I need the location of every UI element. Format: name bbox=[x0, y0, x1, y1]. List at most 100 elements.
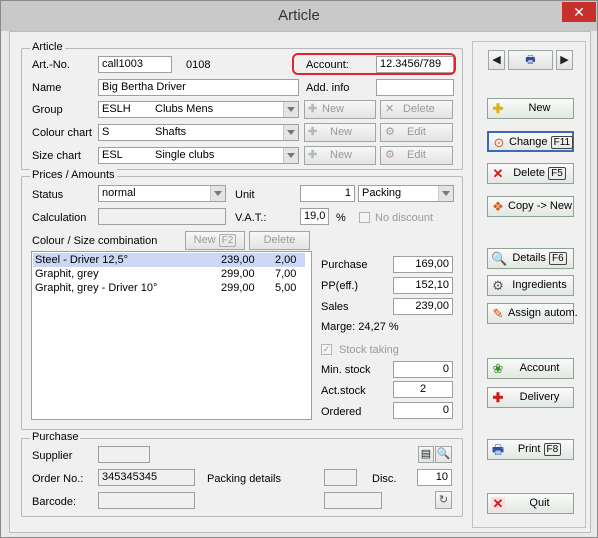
copy-new-button[interactable]: ❖ Copy -> New bbox=[487, 196, 574, 217]
delete-key: F5 bbox=[548, 167, 566, 180]
size-new-button[interactable]: ✚ New bbox=[304, 146, 376, 165]
ingredients-button[interactable]: ⚙ Ingredients bbox=[487, 275, 574, 296]
new-group-button[interactable]: ✚ New group bbox=[304, 100, 376, 132]
size-chart-select[interactable]: ESL Single clubs bbox=[98, 147, 299, 164]
chevron-down-icon[interactable] bbox=[283, 148, 298, 163]
next-record-button[interactable]: ▶ bbox=[556, 50, 573, 70]
vat-unit: % bbox=[336, 212, 346, 224]
ingredients-icon: ⚙ bbox=[492, 278, 504, 293]
delete-button[interactable]: ✕ Delete F5 bbox=[487, 163, 574, 184]
printer-icon: ▤ bbox=[420, 448, 432, 460]
change-button[interactable]: ⊙ Change F11 bbox=[487, 131, 574, 152]
group-delete-button[interactable]: ✕ Delete bbox=[380, 100, 453, 119]
packing-select[interactable]: Packing bbox=[358, 185, 454, 202]
sales-field[interactable]: 239,00 bbox=[393, 298, 453, 315]
account-icon: ❀ bbox=[492, 361, 504, 376]
barcode-field[interactable] bbox=[98, 492, 195, 509]
supplier-search-button[interactable]: 🔍 bbox=[435, 446, 452, 463]
purchase-group-title: Purchase bbox=[30, 431, 81, 443]
combination-new-key: F2 bbox=[218, 234, 237, 247]
arrow-left-icon: ◀ bbox=[492, 54, 501, 66]
list-item[interactable]: Graphit, grey - Driver 10° 299,00 5,00 bbox=[33, 281, 305, 295]
combination-new-label: New bbox=[193, 234, 216, 246]
combination-list[interactable]: Steel - Driver 12,5° 239,00 2,00 Graphit… bbox=[31, 251, 312, 420]
vat-field[interactable]: 19,0 bbox=[300, 208, 329, 225]
combination-new-button[interactable]: New F2 bbox=[185, 231, 245, 250]
chevron-down-icon[interactable] bbox=[210, 186, 225, 201]
name-field[interactable]: Big Bertha Driver bbox=[98, 79, 299, 96]
quit-button[interactable]: ✕ Quit bbox=[487, 493, 574, 514]
calculation-label: Calculation bbox=[32, 212, 87, 224]
change-key: F11 bbox=[550, 136, 574, 149]
print-button[interactable]: 🖶 Print F8 bbox=[487, 439, 574, 460]
min-stock-label: Min. stock bbox=[321, 364, 371, 376]
purchase-price-label: Purchase bbox=[321, 259, 368, 271]
close-button[interactable]: ✕ bbox=[562, 2, 596, 22]
barcode-extra-field[interactable] bbox=[324, 492, 382, 509]
disc-field[interactable]: 10 bbox=[417, 469, 452, 486]
plus-icon: ✚ bbox=[308, 149, 318, 161]
delivery-label: Delivery bbox=[519, 391, 560, 403]
order-no-field[interactable]: 345345345 bbox=[98, 469, 195, 486]
min-stock-field[interactable]: 0 bbox=[393, 361, 453, 378]
addinfo-field[interactable] bbox=[376, 79, 454, 96]
calculation-field[interactable] bbox=[98, 208, 226, 225]
details-label-text: Details bbox=[512, 252, 546, 264]
details-button[interactable]: 🔍 Details F6 bbox=[487, 248, 574, 269]
group-select[interactable]: ESLH Clubs Mens bbox=[98, 101, 299, 118]
chevron-down-icon[interactable] bbox=[438, 186, 453, 201]
addinfo-label: Add. info bbox=[306, 82, 350, 94]
combination-delete-button[interactable]: Delete bbox=[249, 231, 310, 250]
row-price: 239,00 bbox=[221, 254, 255, 266]
print-record-button[interactable]: 🖶 bbox=[508, 50, 553, 70]
search-icon: 🔍 bbox=[436, 448, 451, 460]
title-bar[interactable]: Article ✕ bbox=[1, 1, 597, 31]
print-key: F8 bbox=[543, 443, 562, 456]
new-button[interactable]: ✚ New bbox=[487, 98, 574, 119]
colour-edit-button[interactable]: ⚙ Edit bbox=[380, 123, 453, 142]
sales-label: Sales bbox=[321, 301, 349, 313]
list-item[interactable]: Steel - Driver 12,5° 239,00 2,00 bbox=[33, 253, 305, 267]
unit-field[interactable]: 1 bbox=[300, 185, 355, 202]
ppeff-label: PP(eff.) bbox=[321, 280, 359, 292]
act-stock-field[interactable]: 2 bbox=[393, 381, 453, 398]
combination-delete-label: Delete bbox=[263, 234, 296, 246]
purchase-price-field[interactable]: 169,00 bbox=[393, 256, 453, 273]
list-item[interactable]: Graphit, grey 299,00 7,00 bbox=[33, 267, 305, 281]
chevron-down-icon[interactable] bbox=[283, 125, 298, 140]
account-highlight bbox=[292, 53, 456, 75]
change-icon: ⊙ bbox=[493, 135, 505, 150]
chevron-down-icon[interactable] bbox=[283, 102, 298, 117]
colour-chart-select[interactable]: S Shafts bbox=[98, 124, 299, 141]
prev-record-button[interactable]: ◀ bbox=[488, 50, 505, 70]
assign-autom-button[interactable]: ✎ Assign autom. bbox=[487, 303, 578, 324]
supplier-print-button[interactable]: ▤ bbox=[418, 446, 434, 463]
article-group-title: Article bbox=[30, 41, 65, 53]
account-button[interactable]: ❀ Account bbox=[487, 358, 574, 379]
colour-chart-label: Colour chart bbox=[32, 127, 92, 139]
packing-details-field[interactable] bbox=[324, 469, 357, 486]
row-price: 299,00 bbox=[221, 282, 255, 294]
artno-field[interactable]: call1003 bbox=[98, 56, 172, 73]
group-code: ESLH bbox=[102, 103, 131, 115]
ppeff-field[interactable]: 152,10 bbox=[393, 277, 453, 294]
edit-icon: ⚙ bbox=[385, 149, 395, 161]
name-label: Name bbox=[32, 82, 62, 94]
size-edit-button[interactable]: ⚙ Edit bbox=[380, 146, 453, 165]
supplier-field[interactable] bbox=[98, 446, 150, 463]
delivery-button[interactable]: ✚ Delivery bbox=[487, 387, 574, 408]
wand-icon: ✎ bbox=[492, 306, 504, 321]
refresh-icon: ↻ bbox=[438, 494, 449, 506]
ordered-field[interactable]: 0 bbox=[393, 402, 453, 419]
status-value: normal bbox=[102, 187, 136, 199]
row-qty: 7,00 bbox=[275, 268, 297, 280]
refresh-button[interactable]: ↻ bbox=[435, 491, 452, 509]
group-label: Group bbox=[32, 104, 63, 116]
change-label-text: Change bbox=[509, 136, 548, 148]
window-title: Article bbox=[278, 7, 320, 24]
stock-taking-checkbox[interactable]: ✓ bbox=[321, 344, 332, 355]
no-discount-checkbox[interactable] bbox=[359, 212, 370, 223]
unit-label: Unit bbox=[235, 189, 255, 201]
colour-new-button[interactable]: ✚ New bbox=[304, 123, 376, 142]
status-select[interactable]: normal bbox=[98, 185, 226, 202]
